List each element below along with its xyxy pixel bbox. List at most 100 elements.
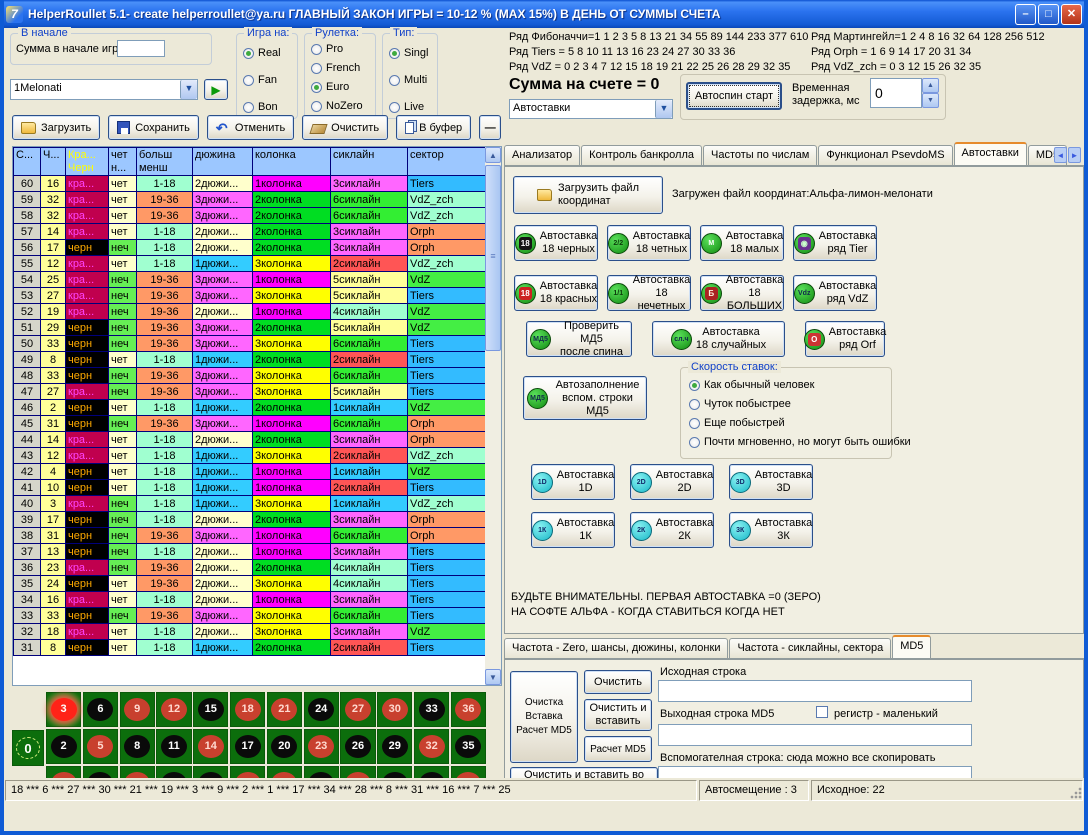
chevron-down-icon[interactable]: ▼: [655, 100, 672, 118]
table-row[interactable]: 5327кра...неч19-363дюжи...3колонка5сикла…: [14, 288, 488, 304]
radio-option[interactable]: Еще побыстрей: [689, 414, 911, 432]
radio-option[interactable]: Euro: [311, 78, 363, 96]
roulette-number-15[interactable]: 15: [193, 692, 228, 727]
roulette-number-23[interactable]: 23: [304, 729, 339, 764]
autobet-18-odd-button[interactable]: 1/1Автоставка18 нечетных: [607, 275, 691, 311]
table-row[interactable]: 318чернчет1-181дюжи...2колонка2сиклайнTi…: [14, 640, 488, 656]
tab-scroll-left-icon[interactable]: ◄: [1054, 147, 1067, 163]
column-header-spin[interactable]: [14, 162, 41, 176]
autospin-start-button[interactable]: Автоспин старт: [686, 82, 782, 110]
radio-option[interactable]: Multi: [389, 71, 428, 89]
autobet-3d-button[interactable]: 3DАвтоставка3D: [729, 464, 813, 500]
table-row[interactable]: 3831черннеч19-363дюжи...1колонка6сиклайн…: [14, 528, 488, 544]
radio-option[interactable]: Чуток побыстрее: [689, 395, 911, 413]
delay-input[interactable]: 0: [870, 78, 922, 108]
tab-частота-zero-шансы-дюжины-колонки[interactable]: Частота - Zero, шансы, дюжины, колонки: [504, 638, 728, 658]
autobet-18-even-button[interactable]: 2/2Автоставка18 четных: [607, 225, 691, 261]
roulette-number-30[interactable]: 30: [377, 692, 412, 727]
table-row[interactable]: 5512кра...чет1-181дюжи...3колонка2сиклай…: [14, 256, 488, 272]
column-header-spin[interactable]: С...: [14, 148, 41, 162]
autobet-row-orf-button[interactable]: OАвтоставкаряд Orf: [805, 321, 885, 357]
column-header-sector[interactable]: [408, 162, 488, 176]
autobet-3k-button[interactable]: 3КАвтоставка3К: [729, 512, 813, 548]
column-header-sixline[interactable]: [331, 162, 408, 176]
minus-button[interactable]: —: [479, 115, 501, 140]
column-header-range[interactable]: менш: [137, 162, 193, 176]
roulette-number-36[interactable]: 36: [451, 692, 486, 727]
autobet-18-big-button[interactable]: БАвтоставка18 БОЛЬШИХ: [700, 275, 784, 311]
autobet-1d-button[interactable]: 1DАвтоставка1D: [531, 464, 615, 500]
roulette-number-6[interactable]: 6: [83, 692, 118, 727]
column-header-range[interactable]: больш: [137, 148, 193, 162]
table-row[interactable]: 498чернчет1-181дюжи...2колонка2сиклайнTi…: [14, 352, 488, 368]
autofill-md5-helper-button[interactable]: МД5Автозаполнениевспом. строки МД5: [523, 376, 647, 420]
table-row[interactable]: 5129черннеч19-363дюжи...2колонка5сиклайн…: [14, 320, 488, 336]
roulette-number-11[interactable]: 11: [156, 729, 191, 764]
column-header-parity[interactable]: н...: [109, 162, 137, 176]
table-row[interactable]: 424чернчет1-181дюжи...1колонка1сиклайнVd…: [14, 464, 488, 480]
scroll-up-icon[interactable]: ▲: [485, 147, 501, 163]
save-button[interactable]: Сохранить: [108, 115, 199, 140]
column-header-number[interactable]: [41, 162, 66, 176]
md5-clear-and-paste-button[interactable]: Очистить и вставить: [584, 699, 652, 731]
md5-out-input[interactable]: [658, 724, 972, 746]
roulette-number-12[interactable]: 12: [156, 692, 191, 727]
roulette-number-24[interactable]: 24: [304, 692, 339, 727]
table-row[interactable]: 4312кра...чет1-181дюжи...3колонка2сиклай…: [14, 448, 488, 464]
table-row[interactable]: 3218кра...чет1-182дюжи...3колонка3сиклай…: [14, 624, 488, 640]
radio-option[interactable]: Как обычный человек: [689, 376, 911, 394]
radio-option[interactable]: Pro: [311, 40, 363, 58]
radio-option[interactable]: Bon: [243, 98, 281, 116]
column-header-column[interactable]: [253, 162, 331, 176]
table-row[interactable]: 5617черннеч1-182дюжи...2колонка3сиклайнO…: [14, 240, 488, 256]
table-row[interactable]: 5832кра...чет19-363дюжи...2колонка6сикла…: [14, 208, 488, 224]
table-row[interactable]: 3917черннеч1-182дюжи...2колонка3сиклайнO…: [14, 512, 488, 528]
register-checkbox[interactable]: [816, 706, 828, 718]
roulette-number-32[interactable]: 32: [414, 729, 449, 764]
table-row[interactable]: 4833черннеч19-363дюжи...3колонка6сиклайн…: [14, 368, 488, 384]
autobet-1k-button[interactable]: 1КАвтоставка1К: [531, 512, 615, 548]
roulette-number-27[interactable]: 27: [340, 692, 375, 727]
table-row[interactable]: 3333черннеч19-363дюжи...3колонка6сиклайн…: [14, 608, 488, 624]
table-row[interactable]: 5219кра...неч19-362дюжи...1колонка4сикла…: [14, 304, 488, 320]
start-sum-input[interactable]: [117, 40, 165, 57]
radio-option[interactable]: French: [311, 59, 363, 77]
autobet-18-red-button[interactable]: 18Автоставка18 красных: [514, 275, 598, 311]
roulette-number-9[interactable]: 9: [120, 692, 155, 727]
column-header-dozen[interactable]: дюжина: [193, 148, 253, 162]
table-row[interactable]: 5932кра...чет19-363дюжи...2колонка6сикла…: [14, 192, 488, 208]
roulette-number-17[interactable]: 17: [230, 729, 265, 764]
autobet-18-random-button[interactable]: сл.чАвтоставка18 случайных: [652, 321, 785, 357]
scroll-down-icon[interactable]: ▼: [485, 669, 501, 685]
column-header-parity[interactable]: чет: [109, 148, 137, 162]
undo-button[interactable]: Отменить: [207, 115, 294, 140]
spin-up-icon[interactable]: ▲: [922, 78, 939, 93]
column-header-number[interactable]: Ч...: [41, 148, 66, 162]
roulette-number-0[interactable]: 0: [12, 730, 44, 766]
md5-clear-button[interactable]: Очистить: [584, 670, 652, 694]
check-md5-after-spin-button[interactable]: МД5Проверить МД5после спина: [526, 321, 632, 357]
roulette-number-26[interactable]: 26: [340, 729, 375, 764]
roulette-number-21[interactable]: 21: [267, 692, 302, 727]
table-row[interactable]: 6016кра...чет1-182дюжи...1колонка3сиклай…: [14, 176, 488, 192]
to-buffer-button[interactable]: В буфер: [396, 115, 471, 140]
radio-option[interactable]: Почти мгновенно, но могут быть ошибки: [689, 433, 911, 451]
column-header-color[interactable]: Кра...: [66, 148, 109, 162]
table-row[interactable]: 4531черннеч19-363дюжи...1колонка6сиклайн…: [14, 416, 488, 432]
radio-option[interactable]: Fan: [243, 71, 281, 89]
column-header-column[interactable]: колонка: [253, 148, 331, 162]
tab-функционал-psevdoms[interactable]: Функционал PsevdoMS: [818, 145, 952, 165]
roulette-number-20[interactable]: 20: [267, 729, 302, 764]
tab-частота-сиклайны-сектора[interactable]: Частота - сиклайны, сектора: [729, 638, 891, 658]
autobet-row-vdz-button[interactable]: VdzАвтоставкаряд VdZ: [793, 275, 877, 311]
table-row[interactable]: 3713черннеч1-182дюжи...1колонка3сиклайнT…: [14, 544, 488, 560]
autobet-18-black-button[interactable]: 18Автоставка18 черных: [514, 225, 598, 261]
roulette-number-35[interactable]: 35: [451, 729, 486, 764]
resize-grip[interactable]: [1070, 787, 1082, 799]
roulette-number-8[interactable]: 8: [120, 729, 155, 764]
clear-button[interactable]: Очистить: [302, 115, 388, 140]
md5-clear-paste-calc-button[interactable]: Очистка Вставка Расчет MD5: [510, 671, 578, 763]
minimize-button[interactable]: –: [1015, 4, 1036, 25]
table-row[interactable]: 3416кра...чет1-182дюжи...1колонка3сиклай…: [14, 592, 488, 608]
table-row[interactable]: 5033черннеч19-363дюжи...3колонка6сиклайн…: [14, 336, 488, 352]
